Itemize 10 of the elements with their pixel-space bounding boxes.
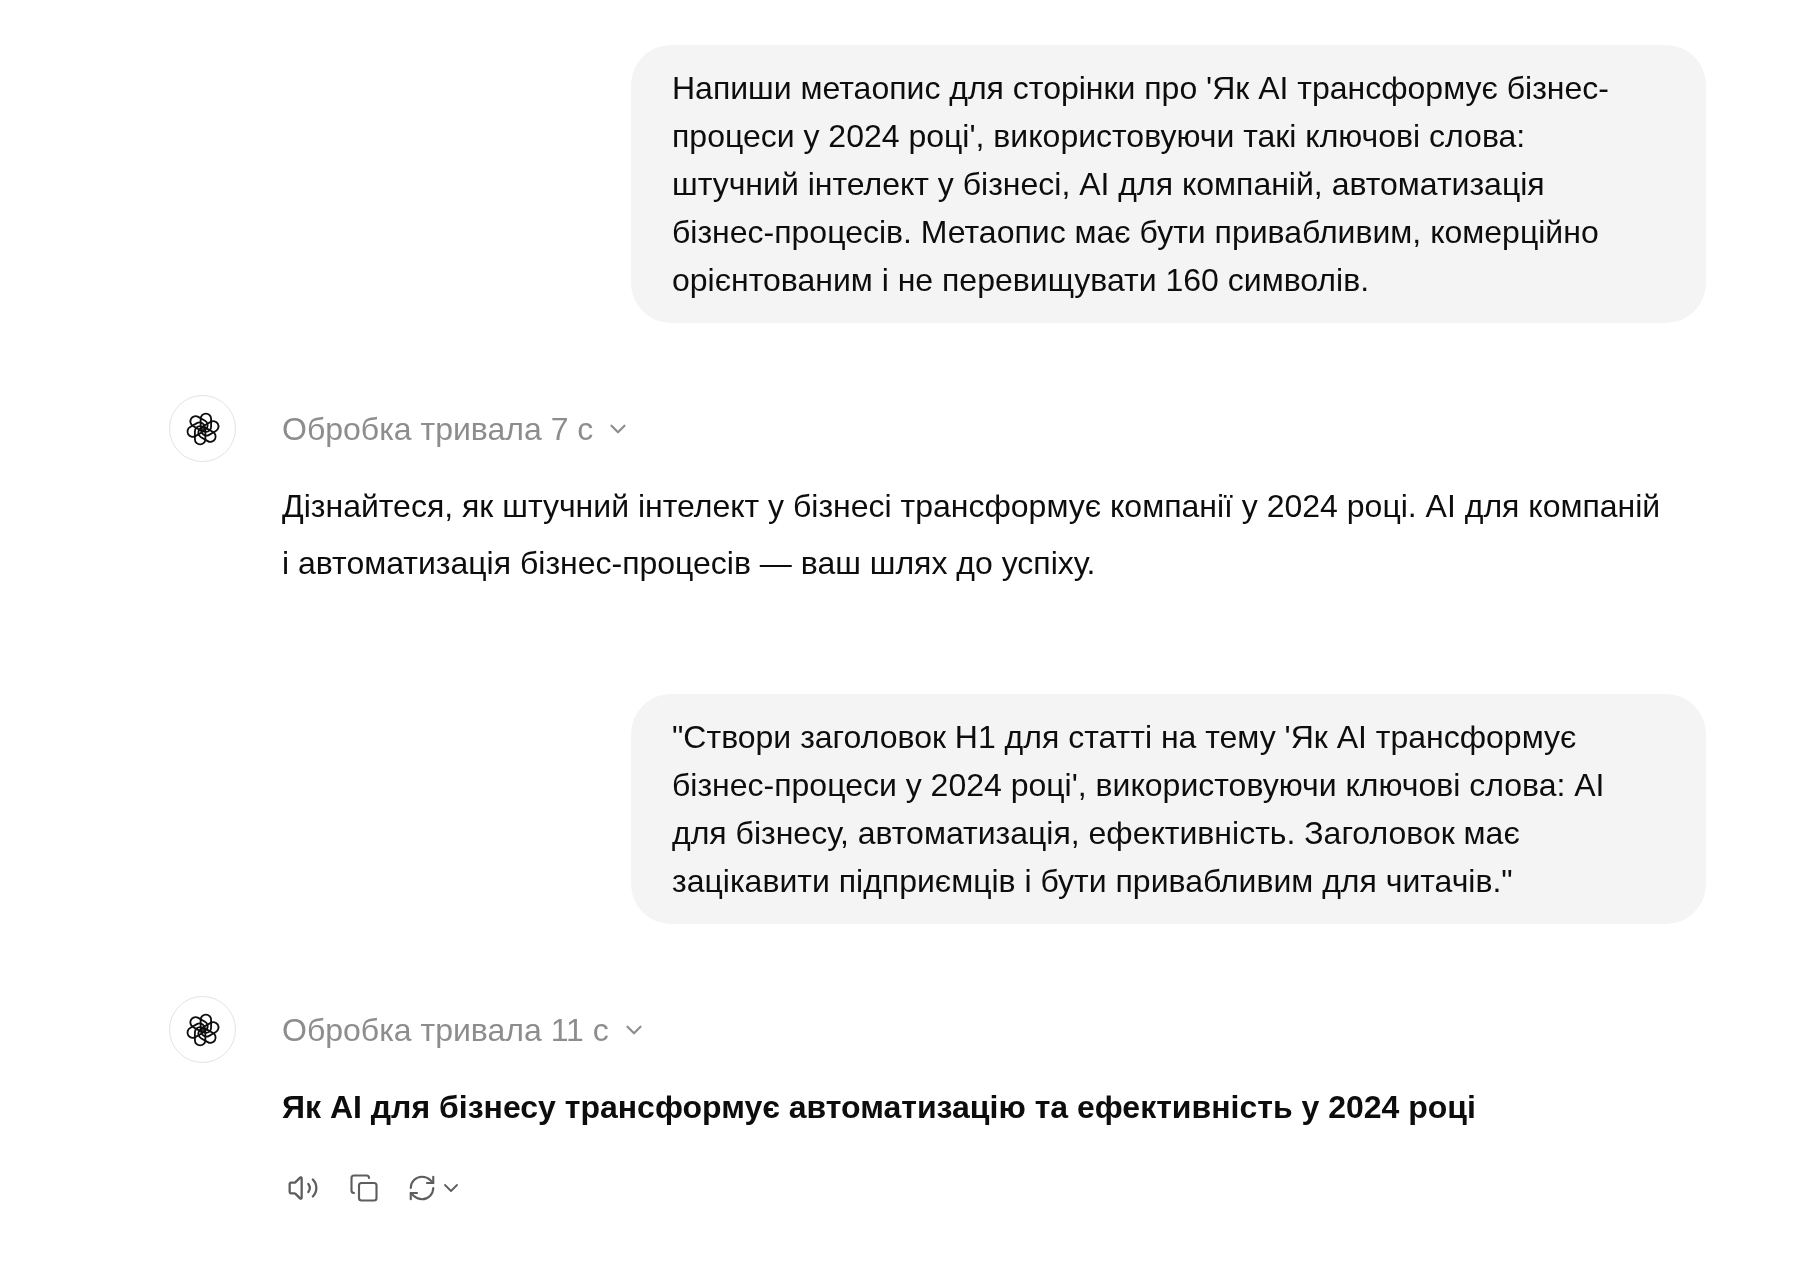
- thinking-time-toggle[interactable]: Обробка тривала 7 с: [282, 404, 632, 453]
- thinking-time-toggle[interactable]: Обробка тривала 11 с: [282, 1005, 647, 1054]
- refresh-icon: [407, 1173, 437, 1203]
- logo-icon: [185, 411, 220, 446]
- reply-heading: Як AI для бізнесу трансформує автоматизацію та ефективність у 2024 році: [282, 1088, 1477, 1127]
- reply-text: Дізнайтеся, як штучний інтелект у бізнесі трансформує компанії у 2024 році. AI для компаній і автоматизація бізнес-процесів — ваш шлях до успіху.: [282, 487, 1662, 583]
- copy-icon: [349, 1173, 379, 1203]
- logo-icon: [185, 1012, 220, 1047]
- user-message-bubble: "Створи заголовок H1 для статті на тему 'Як AI трансформує бізнес-процеси у 2024 році', використовуючи ключові слова: AI для бізнесу, автоматизація, ефективність. Заголовок має зацікавити підприємців і бути привабливим для читачів.": [631, 694, 1706, 924]
- user-message-bubble: Напиши метаопис для сторінки про 'Як AI трансформує бізнес-процеси у 2024 році', використовуючи такі ключові слова: штучний інтелект у бізнесі, AI для компаній, автоматизація бізнес-процесів. Метаопис має бути привабливим, комерційно орієнтованим і не перевищувати 160 символів.: [631, 45, 1706, 323]
